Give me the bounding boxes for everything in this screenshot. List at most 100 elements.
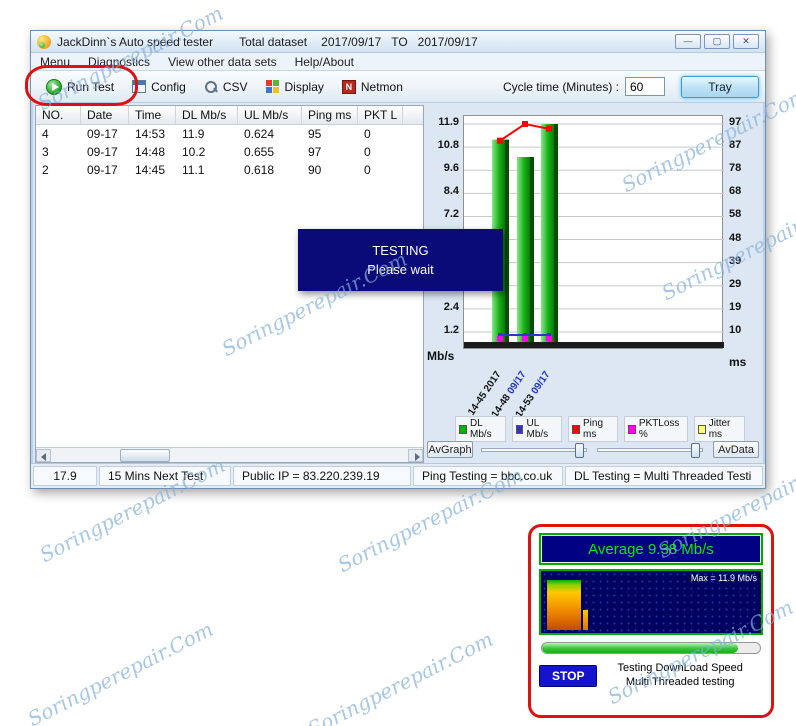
- axis-tick: 8.4: [443, 185, 459, 198]
- table-row[interactable]: 3 09-17 14:48 10.2 0.655 97 0: [36, 143, 423, 161]
- table-row[interactable]: 2 09-17 14:45 11.1 0.618 90 0: [36, 161, 423, 179]
- table-cell: 09-17: [87, 127, 118, 141]
- run-test-button[interactable]: Run Test: [37, 76, 123, 98]
- testing-overlay-subtitle: Please wait: [367, 262, 434, 277]
- netmon-label: Netmon: [360, 79, 403, 94]
- table-cell: 90: [308, 163, 322, 177]
- window-controls: — ▢ ✕: [675, 34, 759, 49]
- chart-controls: AvGraph AvData: [425, 441, 763, 461]
- scroll-right-icon[interactable]: [408, 449, 423, 462]
- close-button[interactable]: ✕: [733, 34, 759, 49]
- axis-tick: 97: [729, 116, 742, 128]
- watermark: Soringperepair.Com: [23, 616, 217, 726]
- netmon-icon: N: [341, 79, 356, 94]
- avdata-slider[interactable]: [597, 443, 703, 458]
- axis-tick: 7.2: [443, 208, 459, 221]
- legend-color-swatch: [627, 424, 636, 434]
- netmon-button[interactable]: N Netmon: [333, 77, 412, 97]
- to-label: TO: [391, 34, 408, 49]
- cycle-time-input[interactable]: [625, 77, 665, 96]
- legend-item: Ping ms: [568, 416, 618, 442]
- column-header[interactable]: DL Mb/s: [176, 106, 238, 124]
- legend-label: DL Mb/s: [469, 418, 492, 440]
- table-cell: 14:48: [135, 145, 166, 159]
- table-cell: 09-17: [87, 163, 118, 177]
- column-header[interactable]: UL Mb/s: [238, 106, 302, 124]
- display-label: Display: [284, 79, 324, 94]
- axis-tick: 39: [729, 254, 742, 267]
- axis-tick: 19: [729, 300, 742, 313]
- avdata-slider-thumb[interactable]: [691, 443, 700, 458]
- table-cell: 97: [308, 145, 322, 159]
- legend-item: Jitter ms: [693, 416, 745, 442]
- column-header[interactable]: Time: [129, 106, 176, 124]
- legend-item: UL Mb/s: [511, 416, 562, 442]
- maximize-button[interactable]: ▢: [704, 34, 730, 49]
- status-value: 17.9: [33, 466, 97, 486]
- table-cell: 11.9: [182, 127, 205, 141]
- avdata-button[interactable]: AvData: [713, 441, 759, 458]
- live-speed-bar-small: [583, 610, 588, 630]
- tray-button[interactable]: Tray: [681, 75, 759, 98]
- table-row[interactable]: 4 09-17 14:53 11.9 0.624 95 0: [36, 125, 423, 143]
- horizontal-scrollbar[interactable]: [36, 447, 423, 462]
- axis-tick: 1.2: [443, 324, 459, 336]
- legend-label: Jitter ms: [708, 418, 731, 440]
- scrollbar-thumb[interactable]: [120, 449, 170, 462]
- column-header[interactable]: NO.: [36, 106, 81, 124]
- display-button[interactable]: Display: [257, 77, 333, 97]
- legend-label: PKTLoss %: [638, 418, 680, 440]
- table-cell: 0: [364, 145, 371, 159]
- csv-button[interactable]: CSV: [195, 77, 257, 97]
- live-speed-graph: Max = 11.9 Mb/s: [539, 569, 763, 635]
- avgraph-button[interactable]: AvGraph: [427, 441, 473, 458]
- column-header[interactable]: PKT L: [358, 106, 403, 124]
- avgraph-slider-thumb[interactable]: [575, 443, 584, 458]
- scroll-left-icon[interactable]: [36, 449, 51, 462]
- cycle-time-group: Cycle time (Minutes) :: [503, 77, 665, 96]
- legend-color-swatch: [572, 424, 580, 434]
- table-cell: 2: [42, 163, 49, 177]
- magnifier-icon: [204, 80, 218, 94]
- menubar: Menu Diagnostics View other data sets He…: [31, 53, 765, 71]
- app-icon: [37, 34, 51, 49]
- dataset-label: Total dataset: [239, 34, 308, 49]
- table-cell: 11.1: [182, 163, 205, 177]
- menu-item-menu[interactable]: Menu: [31, 54, 79, 70]
- table-cell: 4: [42, 127, 49, 141]
- popup-status-line1: Testing DownLoad Speed: [617, 662, 743, 674]
- column-header[interactable]: Date: [81, 106, 129, 124]
- avgraph-slider[interactable]: [481, 443, 587, 458]
- table-cell: 95: [308, 127, 322, 141]
- status-next-test: 15 Mins Next Test: [99, 466, 231, 486]
- csv-label: CSV: [222, 79, 248, 94]
- popup-status-line2: Multi Threaded testing: [625, 675, 735, 688]
- menu-item-diagnostics[interactable]: Diagnostics: [79, 54, 159, 70]
- legend-item: DL Mb/s: [455, 416, 506, 442]
- legend-label: UL Mb/s: [526, 418, 549, 440]
- test-progress-bar: [541, 642, 761, 654]
- testing-overlay-title: TESTING: [372, 243, 429, 258]
- titlebar: JackDinn`s Auto speed tester Total datas…: [31, 31, 765, 53]
- play-icon: [46, 78, 62, 95]
- live-speed-bar: [547, 580, 581, 630]
- column-header[interactable]: Ping ms: [302, 106, 358, 124]
- date-from: 2017/09/17: [321, 34, 382, 49]
- results-table-body: 4 09-17 14:53 11.9 0.624 95 0 3 09-17 14:48 10.2 0.…: [36, 125, 423, 179]
- legend-color-swatch: [697, 424, 706, 434]
- axis-tick: 68: [729, 185, 742, 198]
- toolbar: Run Test Config CSV Display N Netmon Cyc…: [31, 71, 765, 103]
- stop-button[interactable]: STOP: [539, 664, 598, 687]
- popup-status-text: Testing DownLoad Speed Multi Threaded te…: [597, 662, 763, 690]
- table-cell: 10.2: [182, 145, 206, 159]
- table-cell: 14:45: [135, 163, 166, 177]
- menu-item-help-about[interactable]: Help/About: [286, 54, 363, 70]
- menu-item-view-other-data-sets[interactable]: View other data sets: [159, 54, 286, 70]
- window-title: JackDinn`s Auto speed tester: [57, 34, 214, 49]
- axis-tick: 11.9: [438, 116, 459, 128]
- minimize-button[interactable]: —: [675, 34, 701, 49]
- table-cell: 3: [42, 145, 49, 159]
- axis-tick: 48: [729, 231, 742, 244]
- config-button[interactable]: Config: [123, 77, 195, 97]
- legend-color-swatch: [515, 424, 524, 434]
